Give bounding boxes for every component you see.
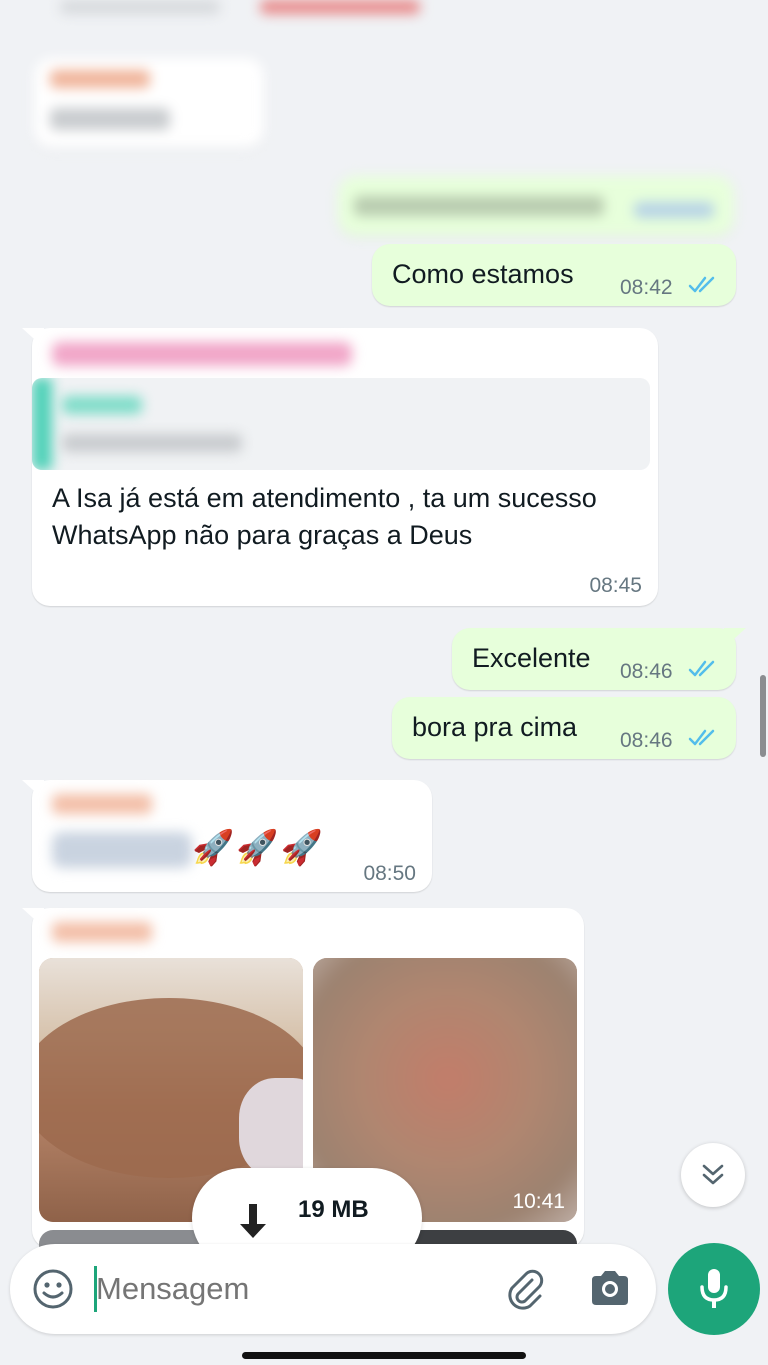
message-time: 08:46 xyxy=(620,660,673,683)
double-check-icon xyxy=(688,276,715,293)
rocket-emoji: 🚀🚀🚀 xyxy=(192,828,326,868)
blurred-incoming-message xyxy=(34,58,264,148)
emoji-icon[interactable] xyxy=(32,1268,74,1310)
message-text: bora pra cima xyxy=(412,712,578,742)
double-check-icon xyxy=(688,729,715,746)
sender-name xyxy=(52,794,152,814)
message-text: Excelente xyxy=(472,643,591,673)
paperclip-icon[interactable] xyxy=(502,1266,548,1312)
voice-message-button[interactable] xyxy=(668,1243,760,1335)
outgoing-message[interactable]: bora pra cima 08:46 xyxy=(392,697,736,759)
home-indicator xyxy=(242,1352,526,1359)
blurred-outgoing-message xyxy=(338,176,734,236)
message-time: 08:50 xyxy=(363,862,416,885)
message-time: 10:41 xyxy=(512,1190,565,1213)
download-icon xyxy=(240,1204,266,1238)
scroll-indicator[interactable] xyxy=(760,675,766,757)
double-check-icon xyxy=(688,660,715,677)
sender-name xyxy=(52,922,152,942)
incoming-message[interactable]: A Isa já está em atendimento , ta um suc… xyxy=(22,328,658,606)
outgoing-message[interactable]: Excelente 08:46 xyxy=(452,628,746,690)
scroll-to-bottom-button[interactable] xyxy=(681,1143,745,1207)
chevron-double-down-icon xyxy=(702,1164,724,1185)
blurred-top-area xyxy=(40,0,480,20)
message-time: 08:45 xyxy=(589,574,642,597)
blurred-emoji xyxy=(52,832,192,868)
outgoing-message[interactable]: Como estamos 08:42 xyxy=(372,244,736,306)
message-time: 08:42 xyxy=(620,276,673,299)
message-text: Como estamos xyxy=(392,259,574,289)
quoted-message[interactable] xyxy=(32,378,650,470)
incoming-image-message[interactable]: 10:41 19 MB xyxy=(22,908,584,1268)
message-input[interactable] xyxy=(96,1262,486,1316)
camera-icon[interactable] xyxy=(588,1268,632,1308)
incoming-message[interactable]: 🚀🚀🚀 08:50 xyxy=(22,780,432,892)
message-time: 08:46 xyxy=(620,729,673,752)
sender-name xyxy=(52,342,352,366)
download-size: 19 MB xyxy=(298,1196,369,1223)
message-text: A Isa já está em atendimento , ta um suc… xyxy=(52,483,597,550)
mic-icon xyxy=(700,1269,728,1308)
message-input-bar xyxy=(10,1244,656,1334)
